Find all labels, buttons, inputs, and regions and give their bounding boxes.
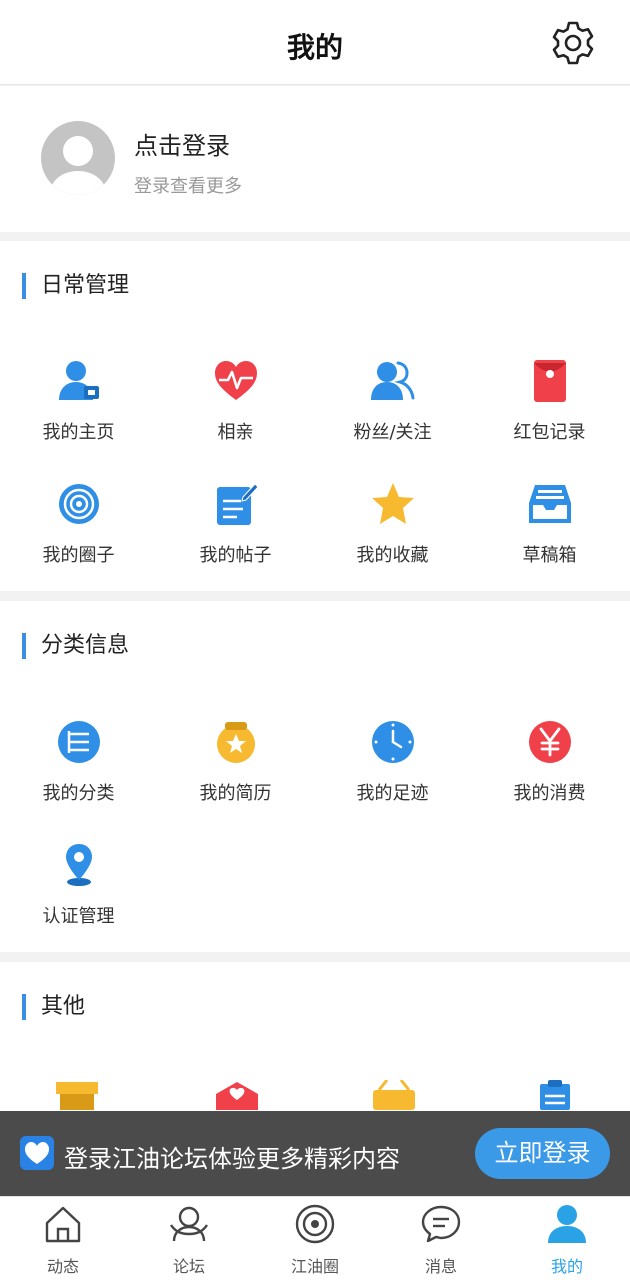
chat-bubble-icon: [421, 1205, 461, 1243]
section-title: 日常管理: [22, 273, 129, 299]
shop-icon[interactable]: [54, 1080, 100, 1110]
planet-icon: [295, 1204, 335, 1244]
bottom-tab-bar: 动态 论坛 江油圈 消息 我的: [0, 1196, 630, 1280]
forum-icon: [170, 1206, 208, 1242]
list-icon: [58, 721, 100, 763]
profile-icon: [548, 1205, 586, 1243]
page-title: 我的: [286, 31, 343, 64]
fans-icon: [371, 361, 415, 400]
circle-target-icon: [59, 484, 99, 524]
edit-post-icon: [217, 483, 259, 525]
top-bar: 我的: [0, 0, 630, 85]
section-title: 分类信息: [22, 633, 129, 659]
inbox-tray-icon: [529, 485, 571, 523]
mail-heart-icon[interactable]: [214, 1080, 260, 1110]
tab-circle[interactable]: 江油圈: [252, 1197, 378, 1280]
tab-forum[interactable]: 论坛: [126, 1197, 252, 1280]
login-link[interactable]: 点击登录: [134, 126, 230, 161]
resume-icon: [217, 722, 255, 763]
banner-text: 登录江油论坛体验更多精彩内容: [64, 1145, 400, 1173]
clipboard-icon[interactable]: [532, 1080, 578, 1110]
location-pin-icon: [66, 844, 92, 886]
red-envelope-icon: [534, 360, 566, 402]
basket-icon[interactable]: [371, 1080, 417, 1110]
section-title: 其他: [22, 994, 85, 1020]
app-logo-icon: [20, 1136, 54, 1170]
login-now-button[interactable]: 立即登录: [475, 1128, 610, 1179]
avatar[interactable]: [41, 121, 115, 195]
gear-icon[interactable]: [550, 20, 596, 66]
default-avatar-icon: [41, 121, 115, 195]
heart-pulse-icon: [215, 361, 257, 400]
tab-mine[interactable]: 我的: [504, 1197, 630, 1280]
login-subtitle: 登录查看更多: [134, 176, 242, 197]
clock-icon: [372, 721, 414, 763]
tab-messages[interactable]: 消息: [378, 1197, 504, 1280]
section-daily: 日常管理 我的主页 相亲 粉丝/关注 红包记录 我的圈子 我的帖子 我的收藏 草…: [0, 241, 630, 591]
login-banner: 登录江油论坛体验更多精彩内容 立即登录: [0, 1111, 630, 1196]
yuan-icon: [529, 721, 571, 763]
tab-feed[interactable]: 动态: [0, 1197, 126, 1280]
user-home-icon: [59, 361, 99, 400]
section-classified: 分类信息 我的分类 我的简历 我的足迹 我的消费 认证管理: [0, 601, 630, 952]
star-icon: [372, 483, 414, 524]
home-icon: [45, 1206, 81, 1243]
profile-card[interactable]: 点击登录 登录查看更多: [0, 86, 630, 232]
